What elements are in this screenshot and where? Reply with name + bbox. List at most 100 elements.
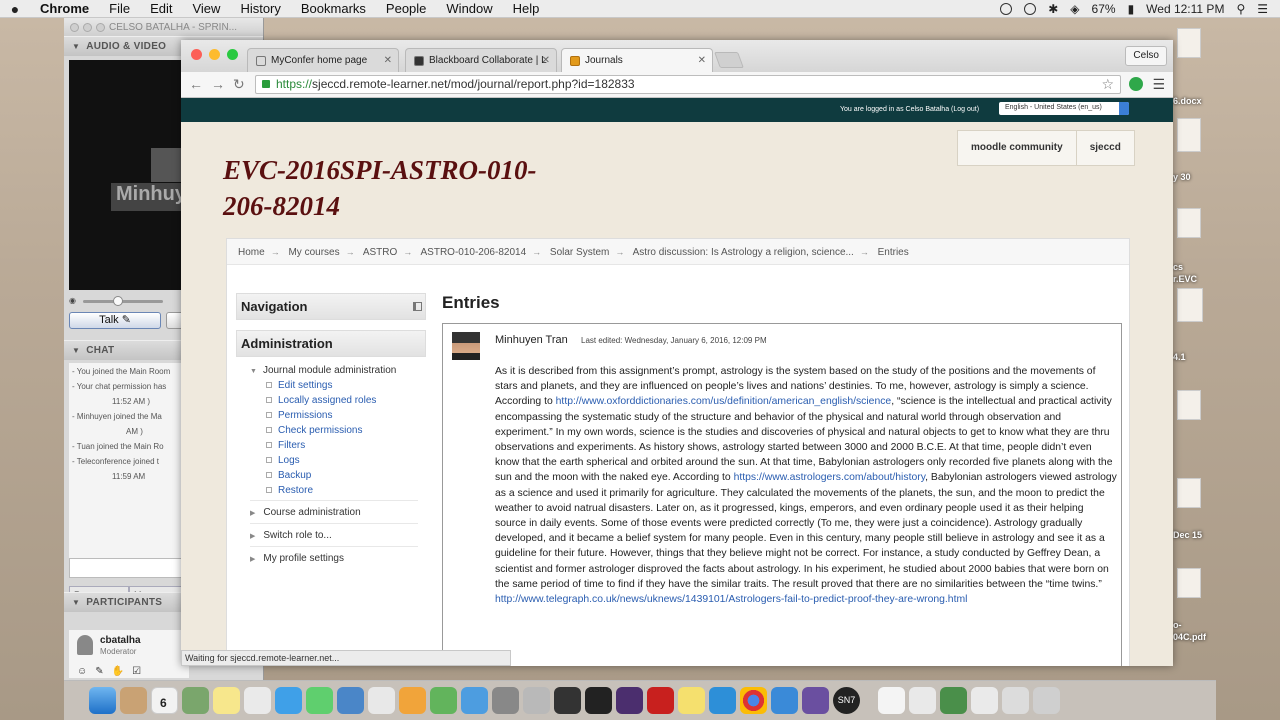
menu-moodle-community[interactable]: moodle community xyxy=(958,131,1077,165)
apple-menu-icon[interactable]: ● xyxy=(0,1,30,17)
desktop-file-label[interactable]: 04C.pdf xyxy=(1173,632,1206,642)
close-tab-icon[interactable]: ✕ xyxy=(384,55,392,66)
desktop-file-label[interactable]: 6.docx xyxy=(1173,96,1202,106)
back-arrow-icon[interactable]: ← xyxy=(189,76,203,92)
new-tab-button[interactable] xyxy=(714,52,744,68)
reminders-icon[interactable] xyxy=(244,687,271,714)
finder-icon[interactable] xyxy=(89,687,116,714)
user-picture[interactable] xyxy=(452,332,480,360)
admin-link-restore[interactable]: Restore xyxy=(266,485,426,496)
sn7-icon[interactable]: SN7 xyxy=(833,687,860,714)
participant-row[interactable]: cbatalha Moderator ☺✎✋☑ xyxy=(69,630,189,678)
documents-stack-icon[interactable] xyxy=(909,687,936,714)
bb-zoom-icon[interactable] xyxy=(96,22,105,32)
login-info[interactable]: You are logged in as Celso Batalha (Log … xyxy=(840,106,979,113)
desktop-file-label[interactable]: o- xyxy=(1173,620,1182,630)
menu-people[interactable]: People xyxy=(376,1,436,16)
shield-status-icon[interactable] xyxy=(1024,2,1037,15)
presentation-stack-icon[interactable] xyxy=(940,687,967,714)
bb-close-icon[interactable] xyxy=(70,22,79,32)
breadcrumb-course[interactable]: ASTRO-010-206-82014 xyxy=(421,247,527,258)
facetime-icon[interactable] xyxy=(306,687,333,714)
desktop-file-icon[interactable] xyxy=(1177,568,1201,598)
desktop-file-label[interactable]: y 30 xyxy=(1173,172,1191,182)
profile-button[interactable]: Celso xyxy=(1125,46,1167,66)
breadcrumb-section[interactable]: Solar System xyxy=(550,247,609,258)
stickies-icon[interactable] xyxy=(678,687,705,714)
entry-link-astrologers[interactable]: https://www.astrologers.com/about/histor… xyxy=(734,472,926,483)
battery-percent[interactable]: 67% xyxy=(1092,2,1116,16)
entry-link-oxford[interactable]: http://www.oxforddictionaries.com/us/def… xyxy=(556,396,892,407)
close-tab-icon[interactable]: ✕ xyxy=(542,55,550,66)
desktop-file-icon[interactable] xyxy=(1177,390,1201,420)
contacts-icon[interactable] xyxy=(120,687,147,714)
chrome-menu-icon[interactable]: ☰ xyxy=(1152,76,1165,93)
desktop-file-label[interactable]: r.EVC xyxy=(1173,274,1197,284)
menu-sjeccd[interactable]: sjeccd xyxy=(1077,131,1134,165)
admin-link-roles[interactable]: Locally assigned roles xyxy=(266,395,426,406)
desktop-file-icon[interactable] xyxy=(1177,208,1201,238)
bluetooth-icon[interactable]: ✱ xyxy=(1048,2,1058,16)
ibooks-icon[interactable] xyxy=(399,687,426,714)
reload-icon[interactable]: ↻ xyxy=(233,76,245,93)
volume-track[interactable] xyxy=(83,300,163,303)
window-stack-icon[interactable] xyxy=(971,687,998,714)
admin-link-logs[interactable]: Logs xyxy=(266,455,426,466)
raise-hand-icon[interactable]: ✋ xyxy=(112,666,132,677)
desktop-file-label[interactable]: cs xyxy=(1173,262,1183,272)
chat-input[interactable] xyxy=(69,558,189,578)
admin-link-check-permissions[interactable]: Check permissions xyxy=(266,425,426,436)
entry-author[interactable]: Minhuyen Tran xyxy=(495,334,568,346)
emoticon-icon[interactable]: ☺ xyxy=(77,666,95,677)
close-tab-icon[interactable]: ✕ xyxy=(698,55,706,66)
administration-block-header[interactable]: Administration xyxy=(236,330,426,357)
preview-icon[interactable] xyxy=(523,687,550,714)
breadcrumb-activity[interactable]: Astro discussion: Is Astrology a religio… xyxy=(633,247,854,258)
terminal-icon[interactable] xyxy=(554,687,581,714)
menubar-clock[interactable]: Wed 12:11 PM xyxy=(1146,2,1224,16)
menu-edit[interactable]: Edit xyxy=(140,1,182,16)
itunes-icon[interactable] xyxy=(368,687,395,714)
system-preferences-icon[interactable] xyxy=(492,687,519,714)
menu-help[interactable]: Help xyxy=(503,1,550,16)
close-window-icon[interactable] xyxy=(191,49,202,60)
desktop-file-label[interactable]: 4.1 xyxy=(1173,352,1186,362)
bb-minimize-icon[interactable] xyxy=(83,22,92,32)
menu-window[interactable]: Window xyxy=(436,1,502,16)
breadcrumb-my-courses[interactable]: My courses xyxy=(288,247,339,258)
entry-link-telegraph[interactable]: http://www.telegraph.co.uk/news/uknews/1… xyxy=(495,594,967,605)
trash-icon[interactable] xyxy=(1033,687,1060,714)
admin-node-switch-role[interactable]: ▶ Switch role to... xyxy=(250,523,418,546)
desktop-file-icon[interactable] xyxy=(1177,288,1203,322)
volume-slider[interactable]: ◉ xyxy=(69,296,187,306)
bookmark-star-icon[interactable]: ☆ xyxy=(1101,76,1114,93)
battery-icon[interactable]: ▮ xyxy=(1128,2,1135,16)
notification-center-icon[interactable]: ☰ xyxy=(1257,2,1268,16)
zoom-window-icon[interactable] xyxy=(227,49,238,60)
admin-link-edit-settings[interactable]: Edit settings xyxy=(266,380,426,391)
menu-bookmarks[interactable]: Bookmarks xyxy=(291,1,376,16)
language-select[interactable]: English - United States (en_us) xyxy=(999,102,1129,115)
admin-node-course[interactable]: ▶ Course administration xyxy=(250,500,418,523)
desktop-file-icon[interactable] xyxy=(1177,478,1201,508)
admin-link-backup[interactable]: Backup xyxy=(266,470,426,481)
site-title[interactable]: EVC-2016SPI-ASTRO-010-206-82014 xyxy=(223,152,553,224)
menu-file[interactable]: File xyxy=(99,1,140,16)
admin-node-profile[interactable]: ▶ My profile settings xyxy=(250,546,418,569)
volume-knob[interactable] xyxy=(113,296,123,306)
breadcrumb-home[interactable]: Home xyxy=(238,247,265,258)
skype-icon[interactable] xyxy=(709,687,736,714)
chrome-app-icon[interactable] xyxy=(740,687,767,714)
address-bar[interactable]: https://sjeccd.remote-learner.net/mod/jo… xyxy=(255,75,1121,94)
menu-chrome[interactable]: Chrome xyxy=(30,1,99,16)
numbers-icon[interactable] xyxy=(430,687,457,714)
vlc-icon[interactable] xyxy=(802,687,829,714)
talk-button[interactable]: Talk ✎ xyxy=(69,312,161,329)
minimize-window-icon[interactable] xyxy=(209,49,220,60)
photos-icon[interactable] xyxy=(182,687,209,714)
app-store-icon[interactable] xyxy=(461,687,488,714)
safari-icon[interactable] xyxy=(771,687,798,714)
journal-admin-node[interactable]: ▼ Journal module administration xyxy=(250,365,426,376)
downloads-stack-icon[interactable] xyxy=(878,687,905,714)
desktop-file-icon[interactable] xyxy=(1177,118,1201,152)
